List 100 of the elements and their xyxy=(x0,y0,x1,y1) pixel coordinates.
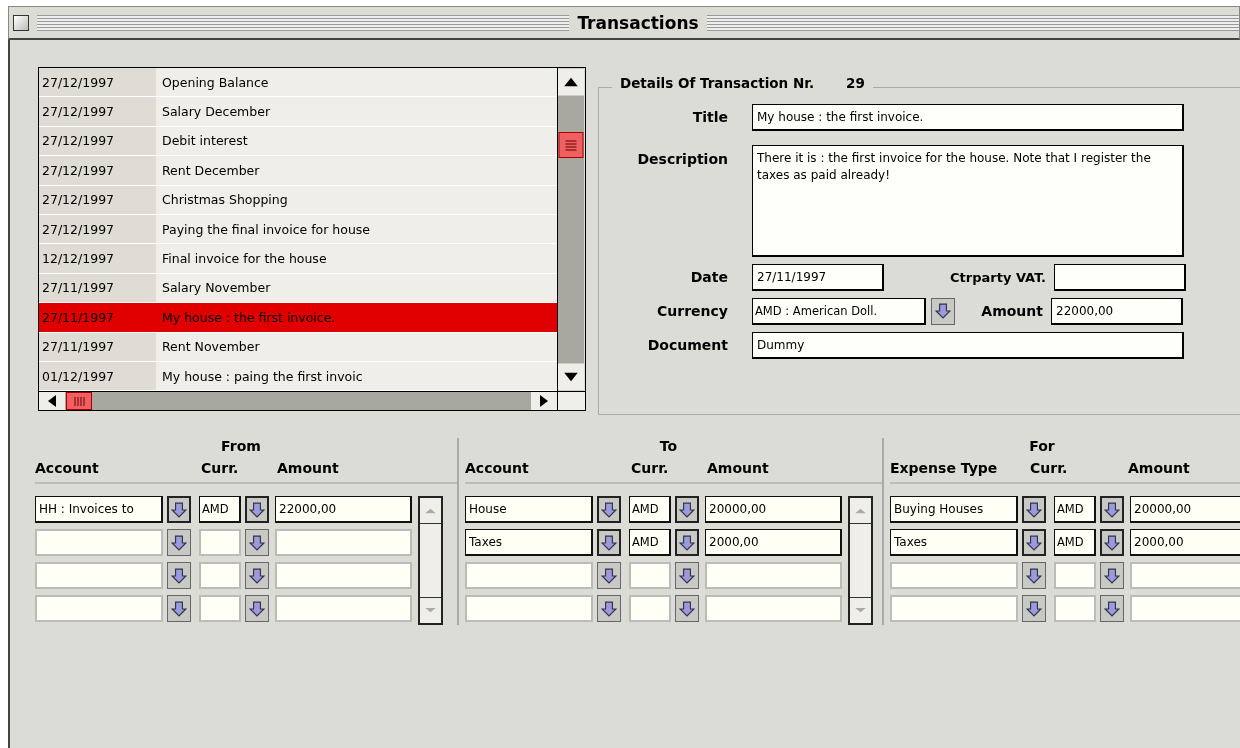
close-box[interactable] xyxy=(13,14,29,31)
scroll-down-icon[interactable] xyxy=(558,363,584,392)
dropdown-button[interactable] xyxy=(1100,595,1124,622)
transaction-row[interactable]: 01/12/1997 My house : paing the first invoic xyxy=(39,361,557,392)
dropdown-button[interactable] xyxy=(245,562,269,589)
down-arrow-icon xyxy=(1026,567,1042,584)
scroll-up-icon[interactable] xyxy=(558,68,584,96)
currency-field[interactable]: AMD xyxy=(629,496,671,523)
currency-field[interactable]: AMD xyxy=(1054,529,1096,556)
vertical-scrollbar[interactable] xyxy=(557,68,584,392)
field-label: Document xyxy=(646,337,728,353)
dropdown-button[interactable] xyxy=(597,562,621,589)
transaction-row[interactable]: 27/12/1997 Debit interest xyxy=(39,126,557,157)
dropdown-button[interactable] xyxy=(675,529,699,556)
account-field[interactable] xyxy=(890,562,1018,589)
transaction-row[interactable]: 27/12/1997 Paying the final invoice for house xyxy=(39,214,557,245)
account-field[interactable] xyxy=(35,562,163,589)
scroll-left-icon[interactable] xyxy=(39,392,65,411)
horizontal-scrollbar[interactable] xyxy=(39,392,557,411)
dropdown-button[interactable] xyxy=(675,595,699,622)
account-field[interactable]: House xyxy=(465,496,593,523)
dropdown-button[interactable] xyxy=(1100,529,1124,556)
amount-field[interactable] xyxy=(275,595,412,622)
dropdown-button[interactable] xyxy=(675,562,699,589)
currency-field[interactable] xyxy=(629,562,671,589)
window-title: Transactions xyxy=(577,12,699,33)
dropdown-button[interactable] xyxy=(245,496,269,523)
title-cell: Opening Balance xyxy=(156,68,557,97)
currency-field[interactable] xyxy=(1054,595,1096,622)
title-field[interactable]: My house : the first invoice. xyxy=(752,103,1184,131)
transaction-row[interactable]: 27/11/1997 Rent November xyxy=(39,332,557,362)
date-cell: 27/11/1997 xyxy=(39,303,156,332)
title-cell: Rent November xyxy=(156,332,557,361)
currency-field[interactable] xyxy=(1054,562,1096,589)
scroll-right-icon[interactable] xyxy=(531,392,557,411)
account-field[interactable] xyxy=(890,595,1018,622)
title-cell: My house : paing the first invoic xyxy=(156,361,557,391)
currency-field[interactable] xyxy=(199,529,241,556)
down-arrow-icon xyxy=(601,534,617,551)
amount-field[interactable] xyxy=(275,529,412,556)
dropdown-button[interactable] xyxy=(1100,496,1124,523)
dropdown-button[interactable] xyxy=(597,595,621,622)
currency-field[interactable]: AMD : American Doll. xyxy=(752,297,926,325)
transaction-row[interactable]: 27/12/1997 Opening Balance xyxy=(39,68,557,98)
amount-field[interactable]: 20000,00 xyxy=(705,496,842,523)
transaction-number: 29 xyxy=(846,75,865,91)
amount-field[interactable] xyxy=(1130,595,1240,622)
amount-field[interactable]: 2000,00 xyxy=(705,529,842,556)
amount-field[interactable] xyxy=(1130,562,1240,589)
amount-field[interactable]: 22000,00 xyxy=(275,496,412,523)
dropdown-button[interactable] xyxy=(597,529,621,556)
amount-field[interactable] xyxy=(705,595,842,622)
currency-field[interactable]: AMD xyxy=(629,529,671,556)
account-field[interactable] xyxy=(35,595,163,622)
document-field[interactable]: Dummy xyxy=(752,331,1184,359)
dropdown-button[interactable] xyxy=(245,529,269,556)
scroll-thumb-icon[interactable] xyxy=(558,132,584,158)
account-field[interactable]: Taxes xyxy=(465,529,593,556)
dropdown-button[interactable] xyxy=(245,595,269,622)
transaction-row[interactable]: 27/11/1997 My house : the first invoice. xyxy=(39,303,557,333)
scroll-thumb-icon[interactable] xyxy=(66,392,92,411)
transaction-row[interactable]: 27/12/1997 Christmas Shopping xyxy=(39,185,557,215)
transaction-row[interactable]: 27/12/1997 Rent December xyxy=(39,156,557,186)
account-field[interactable]: HH : Invoices to xyxy=(35,496,163,523)
amount-field[interactable] xyxy=(705,562,842,589)
account-field[interactable] xyxy=(465,595,593,622)
dropdown-button[interactable] xyxy=(167,496,191,523)
transaction-row[interactable]: 27/11/1997 Salary November xyxy=(39,273,557,304)
dropdown-button[interactable] xyxy=(1022,562,1046,589)
dropdown-button[interactable] xyxy=(1022,595,1046,622)
amount-field[interactable] xyxy=(275,562,412,589)
vat-field[interactable] xyxy=(1054,263,1186,291)
currency-field[interactable] xyxy=(199,562,241,589)
account-field[interactable]: Taxes xyxy=(890,529,1018,556)
field-label: Ctrparty VAT. xyxy=(949,269,1046,285)
dropdown-button[interactable] xyxy=(675,496,699,523)
dropdown-button[interactable] xyxy=(597,496,621,523)
amount-field[interactable]: 20000,00 xyxy=(1130,496,1240,523)
description-field[interactable]: There it is : the first invoice for the house. Note that I register the taxes as paid already! xyxy=(752,145,1184,257)
account-field[interactable] xyxy=(35,529,163,556)
dropdown-button[interactable] xyxy=(1022,496,1046,523)
dropdown-button[interactable] xyxy=(167,562,191,589)
currency-field[interactable]: AMD xyxy=(199,496,241,523)
down-arrow-icon xyxy=(171,567,187,584)
dropdown-button[interactable] xyxy=(1100,562,1124,589)
transaction-row[interactable]: 12/12/1997 Final invoice for the house xyxy=(39,244,557,274)
date-field[interactable]: 27/11/1997 xyxy=(752,263,884,291)
dropdown-button[interactable] xyxy=(167,529,191,556)
dropdown-button[interactable] xyxy=(167,595,191,622)
currency-field[interactable]: AMD xyxy=(1054,496,1096,523)
amount-field[interactable]: 2000,00 xyxy=(1130,529,1240,556)
dropdown-button[interactable] xyxy=(931,297,955,325)
down-arrow-icon xyxy=(679,534,695,551)
account-field[interactable]: Buying Houses xyxy=(890,496,1018,523)
amount-field[interactable]: 22000,00 xyxy=(1051,297,1183,325)
transaction-row[interactable]: 27/12/1997 Salary December xyxy=(39,97,557,127)
currency-field[interactable] xyxy=(629,595,671,622)
account-field[interactable] xyxy=(465,562,593,589)
dropdown-button[interactable] xyxy=(1022,529,1046,556)
currency-field[interactable] xyxy=(199,595,241,622)
